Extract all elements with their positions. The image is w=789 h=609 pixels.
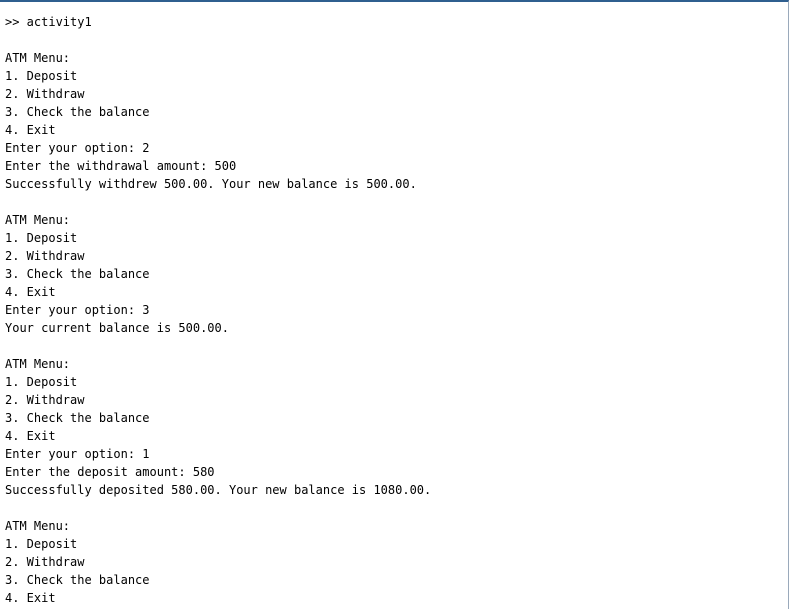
console-line: 2. Withdraw <box>5 249 85 263</box>
console-line: 2. Withdraw <box>5 555 85 569</box>
console-line: Enter the deposit amount: 580 <box>5 465 215 479</box>
console-line: Your current balance is 500.00. <box>5 321 229 335</box>
console-line: 2. Withdraw <box>5 87 85 101</box>
console-line: 4. Exit <box>5 591 56 605</box>
console-line: >> activity1 <box>5 15 92 29</box>
console-line: Enter the withdrawal amount: 500 <box>5 159 237 173</box>
console-line: 1. Deposit <box>5 69 78 83</box>
console-line: 1. Deposit <box>5 537 78 551</box>
console-line: 4. Exit <box>5 429 56 443</box>
console-line: Enter your option: 2 <box>5 141 150 155</box>
console-line: 4. Exit <box>5 285 56 299</box>
console-line: 1. Deposit <box>5 375 78 389</box>
command-window[interactable]: >> activity1 ATM Menu: 1. Deposit 2. Withdr… <box>0 0 789 609</box>
console-line: ATM Menu: <box>5 213 71 227</box>
console-line: 1. Deposit <box>5 231 78 245</box>
console-line: ATM Menu: <box>5 519 71 533</box>
console-line: 3. Check the balance <box>5 267 150 281</box>
console-line: ATM Menu: <box>5 51 71 65</box>
console-line: 3. Check the balance <box>5 411 150 425</box>
console-output: >> activity1 ATM Menu: 1. Deposit 2. Withdr… <box>5 13 784 607</box>
console-line: 4. Exit <box>5 123 56 137</box>
console-line: 3. Check the balance <box>5 105 150 119</box>
console-line: 3. Check the balance <box>5 573 150 587</box>
console-line: Enter your option: 1 <box>5 447 150 461</box>
console-line: 2. Withdraw <box>5 393 85 407</box>
console-line: Successfully deposited 580.00. Your new … <box>5 483 432 497</box>
console-line: Successfully withdrew 500.00. Your new b… <box>5 177 417 191</box>
console-line: ATM Menu: <box>5 357 71 371</box>
console-line: Enter your option: 3 <box>5 303 150 317</box>
